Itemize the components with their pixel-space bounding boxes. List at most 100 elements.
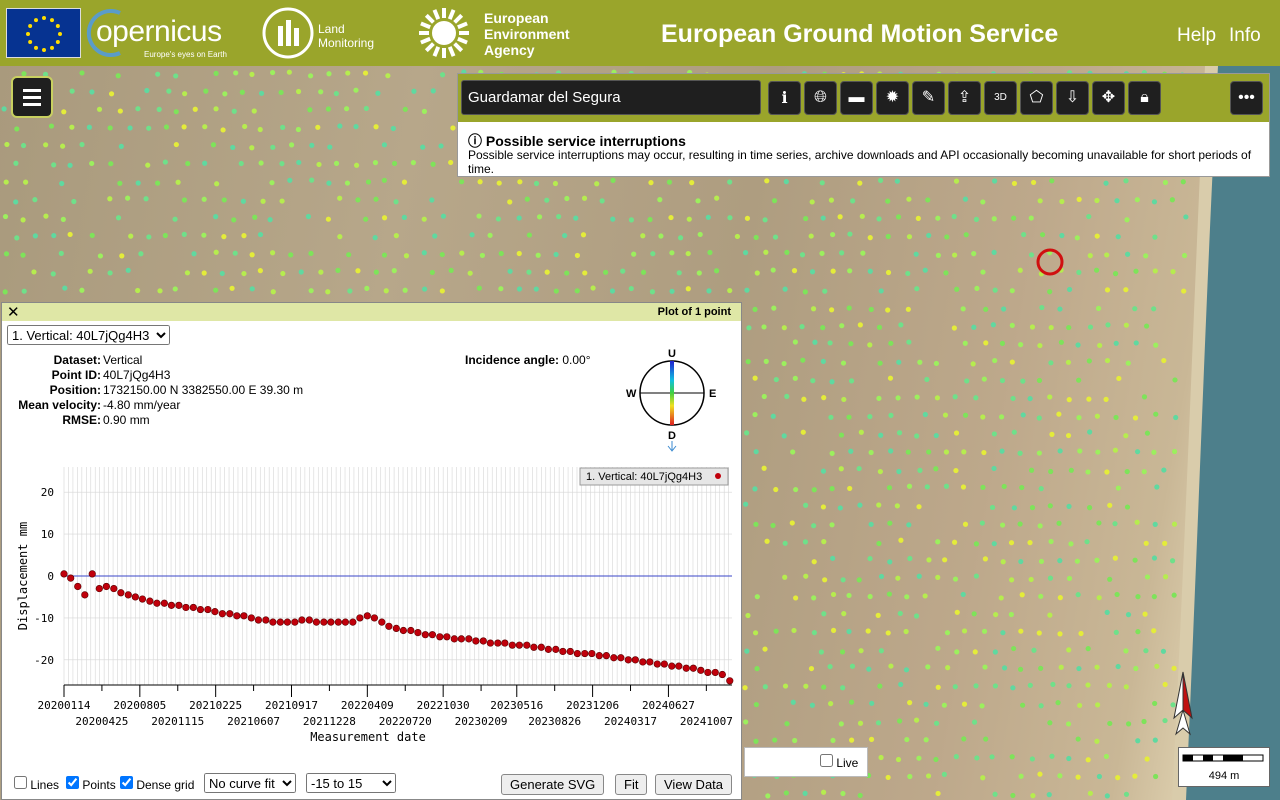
- ground-motion-point[interactable]: [1085, 646, 1091, 652]
- ground-motion-point[interactable]: [979, 520, 985, 526]
- ground-motion-point[interactable]: [913, 251, 919, 257]
- ground-motion-point[interactable]: [885, 269, 892, 276]
- ground-motion-point[interactable]: [1066, 397, 1072, 403]
- ground-motion-point[interactable]: [1009, 322, 1015, 329]
- ground-motion-point[interactable]: [980, 775, 986, 781]
- ground-motion-point[interactable]: [744, 215, 751, 221]
- ground-motion-point[interactable]: [1141, 394, 1148, 400]
- ground-motion-point[interactable]: [533, 286, 539, 292]
- ground-motion-point[interactable]: [172, 286, 178, 292]
- ground-motion-point[interactable]: [252, 214, 258, 220]
- ground-motion-point[interactable]: [906, 522, 912, 528]
- data-point[interactable]: [269, 618, 277, 626]
- ground-motion-point[interactable]: [790, 699, 796, 705]
- ground-motion-point[interactable]: [754, 270, 760, 276]
- ground-motion-point[interactable]: [898, 681, 904, 688]
- ground-motion-point[interactable]: [1151, 306, 1157, 312]
- ground-motion-point[interactable]: [1151, 199, 1158, 205]
- ground-motion-point[interactable]: [1047, 394, 1053, 400]
- ground-motion-point[interactable]: [1087, 253, 1093, 259]
- ground-motion-point[interactable]: [524, 196, 530, 202]
- ground-motion-point[interactable]: [155, 71, 161, 77]
- ground-motion-point[interactable]: [381, 215, 388, 221]
- data-point[interactable]: [334, 618, 342, 626]
- ground-motion-point[interactable]: [96, 106, 103, 112]
- data-point[interactable]: [370, 614, 378, 622]
- ground-motion-point[interactable]: [1095, 702, 1101, 708]
- ground-motion-point[interactable]: [1143, 648, 1149, 654]
- ground-motion-point[interactable]: [14, 126, 20, 132]
- ground-motion-point[interactable]: [1057, 558, 1063, 564]
- ground-motion-point[interactable]: [809, 199, 815, 205]
- data-point[interactable]: [392, 624, 400, 633]
- ground-motion-point[interactable]: [944, 234, 950, 240]
- ground-motion-point[interactable]: [1162, 681, 1168, 688]
- data-point[interactable]: [74, 582, 82, 591]
- ground-motion-point[interactable]: [1047, 720, 1053, 726]
- ground-motion-point[interactable]: [896, 359, 902, 365]
- ground-motion-point[interactable]: [998, 595, 1004, 601]
- ground-motion-point[interactable]: [875, 720, 882, 726]
- ground-motion-point[interactable]: [325, 216, 331, 222]
- ground-motion-point[interactable]: [811, 630, 817, 636]
- ground-motion-point[interactable]: [925, 664, 931, 670]
- data-point[interactable]: [160, 599, 168, 607]
- ground-motion-point[interactable]: [753, 738, 759, 744]
- ground-motion-point[interactable]: [363, 216, 369, 222]
- ground-motion-point[interactable]: [288, 142, 295, 148]
- ground-motion-point[interactable]: [762, 646, 768, 652]
- ground-motion-point[interactable]: [1020, 412, 1026, 418]
- ground-motion-point[interactable]: [1095, 305, 1102, 311]
- ground-motion-point[interactable]: [175, 179, 181, 185]
- ground-motion-point[interactable]: [744, 430, 750, 436]
- ground-motion-point[interactable]: [840, 790, 846, 797]
- ground-motion-point[interactable]: [279, 161, 285, 167]
- ground-motion-point[interactable]: [270, 289, 276, 295]
- ground-motion-point[interactable]: [1000, 630, 1006, 636]
- ground-motion-point[interactable]: [942, 412, 949, 418]
- ground-motion-point[interactable]: [146, 234, 152, 240]
- ground-motion-point[interactable]: [1171, 592, 1177, 598]
- ground-motion-point[interactable]: [393, 199, 399, 205]
- ground-motion-point[interactable]: [1057, 595, 1063, 601]
- ground-motion-point[interactable]: [746, 325, 752, 331]
- ground-motion-point[interactable]: [1180, 179, 1186, 185]
- ground-motion-point[interactable]: [230, 144, 236, 151]
- ground-motion-point[interactable]: [267, 217, 273, 223]
- ground-motion-point[interactable]: [1048, 360, 1054, 366]
- ground-motion-point[interactable]: [1107, 576, 1113, 582]
- ground-motion-point[interactable]: [857, 502, 863, 508]
- ground-motion-point[interactable]: [1114, 198, 1120, 204]
- ground-motion-point[interactable]: [1019, 484, 1025, 491]
- ground-motion-point[interactable]: [590, 285, 596, 291]
- ground-motion-point[interactable]: [989, 504, 996, 511]
- data-point[interactable]: [668, 662, 676, 670]
- ground-motion-point[interactable]: [868, 306, 874, 313]
- ground-motion-point[interactable]: [410, 160, 416, 166]
- ground-motion-point[interactable]: [20, 142, 27, 149]
- data-point[interactable]: [595, 652, 603, 660]
- ground-motion-point[interactable]: [1097, 342, 1103, 349]
- ground-motion-point[interactable]: [727, 287, 733, 294]
- ground-motion-point[interactable]: [1018, 628, 1024, 634]
- ground-motion-point[interactable]: [628, 217, 635, 223]
- ground-motion-point[interactable]: [865, 628, 871, 634]
- ground-motion-point[interactable]: [916, 755, 922, 761]
- ground-motion-point[interactable]: [1037, 771, 1043, 777]
- ground-motion-point[interactable]: [980, 484, 986, 490]
- ground-motion-point[interactable]: [926, 557, 932, 563]
- ground-motion-point[interactable]: [1018, 558, 1024, 565]
- ground-motion-point[interactable]: [960, 306, 966, 312]
- ground-motion-point[interactable]: [86, 124, 92, 130]
- ground-motion-point[interactable]: [907, 773, 913, 780]
- ground-motion-point[interactable]: [240, 198, 246, 204]
- ground-motion-point[interactable]: [544, 197, 550, 203]
- ground-motion-point[interactable]: [933, 432, 939, 439]
- ground-motion-point[interactable]: [1011, 429, 1017, 435]
- data-point[interactable]: [254, 616, 263, 624]
- ground-motion-point[interactable]: [1027, 682, 1033, 688]
- ground-motion-point[interactable]: [1047, 612, 1053, 618]
- ground-motion-point[interactable]: [1125, 721, 1132, 727]
- ground-motion-point[interactable]: [991, 249, 997, 255]
- ground-motion-point[interactable]: [107, 125, 113, 131]
